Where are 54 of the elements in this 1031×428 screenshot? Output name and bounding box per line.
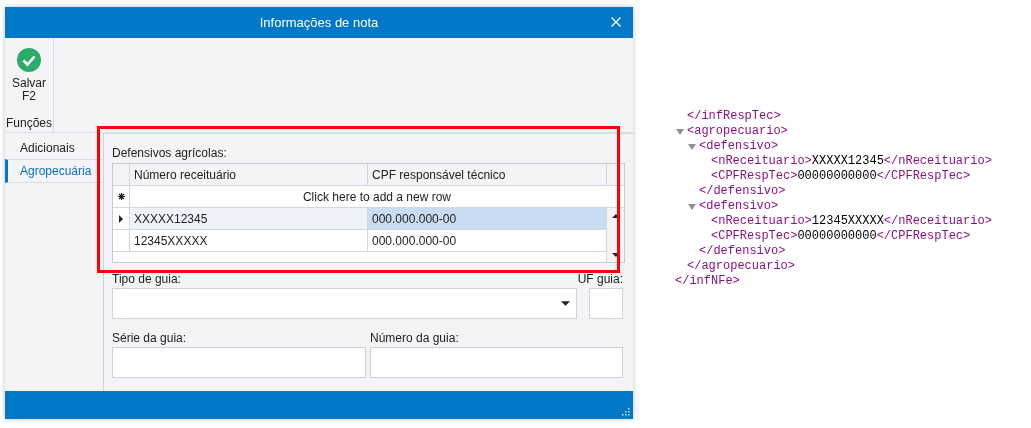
table-cell-text: 000.000.000-00 (371, 232, 458, 250)
column-header[interactable]: CPF responsável técnico (368, 164, 606, 185)
input-field[interactable] (112, 347, 366, 378)
expand-toggle-icon[interactable] (676, 127, 684, 136)
xml-tag: <CPFRespTec> (711, 169, 798, 184)
field-label: Número da guia: (370, 331, 460, 345)
scroll-up-icon[interactable] (611, 214, 620, 218)
xml-tag: <nReceituario> (711, 214, 812, 229)
scroll-down-icon[interactable] (611, 253, 620, 257)
xml-tag: <nReceituario> (711, 154, 812, 169)
table-cell: XXXXX12345 (130, 208, 368, 229)
xml-tag: </defensivo> (699, 244, 786, 259)
xml-tag: </CPFRespTec> (876, 229, 971, 244)
field-label: Tipo de guia: (112, 272, 182, 286)
expand-toggle-icon[interactable] (688, 202, 696, 211)
grid-row[interactable]: 12345XXXXX 000.000.000-00 (113, 230, 606, 252)
group-label: Funções (6, 116, 52, 130)
dropdown-arrow-icon (561, 301, 570, 306)
xml-tag: </nReceituario> (883, 214, 992, 229)
xml-tag: </infRespTec> (687, 109, 781, 124)
expand-toggle-icon[interactable] (688, 142, 696, 151)
table-cell: 12345XXXXX (130, 230, 368, 251)
new-row-prompt[interactable]: Click here to add a new row (130, 186, 624, 207)
section-label: Defensivos agrícolas: (112, 146, 228, 160)
xml-value: 12345XXXXX (811, 214, 884, 229)
resize-grip-icon[interactable] (622, 408, 630, 416)
grid-row[interactable]: XXXXX12345 000.000.000-00 (113, 208, 606, 230)
xml-tag: <CPFRespTec> (711, 229, 798, 244)
new-row-icon (117, 193, 125, 200)
side-tab[interactable]: Adicionais (5, 137, 103, 159)
close-icon[interactable] (611, 17, 621, 27)
window-title: Informações de nota (259, 15, 379, 30)
xml-tag: <defensivo> (699, 199, 779, 214)
xml-value: 00000000000 (797, 169, 877, 184)
xml-tag: </defensivo> (699, 184, 786, 199)
check-icon (17, 48, 41, 72)
xml-tag: <defensivo> (699, 139, 779, 154)
xml-tag: </CPFRespTec> (876, 169, 971, 184)
xml-tag: </infNFe> (675, 274, 740, 289)
xml-value: 00000000000 (797, 229, 877, 244)
input-field[interactable] (370, 347, 623, 378)
xml-tag: <agropecuario> (687, 124, 788, 139)
xml-tag: </nReceituario> (883, 154, 992, 169)
save-button[interactable]: Salvar F2 (12, 48, 46, 103)
xml-tag: </agropecuario> (687, 259, 796, 274)
xml-value: XXXXX12345 (811, 154, 884, 169)
table-cell: 000.000.000-00 (368, 208, 606, 229)
dropdown-field[interactable] (112, 288, 577, 319)
current-row-icon (119, 214, 123, 223)
field-label: UF guia: (577, 272, 623, 286)
input-field[interactable] (589, 288, 623, 319)
column-header[interactable]: Número receituário (130, 164, 368, 185)
side-tab[interactable]: Agropecuária (5, 159, 103, 183)
field-label: Série da guia: (112, 331, 188, 345)
